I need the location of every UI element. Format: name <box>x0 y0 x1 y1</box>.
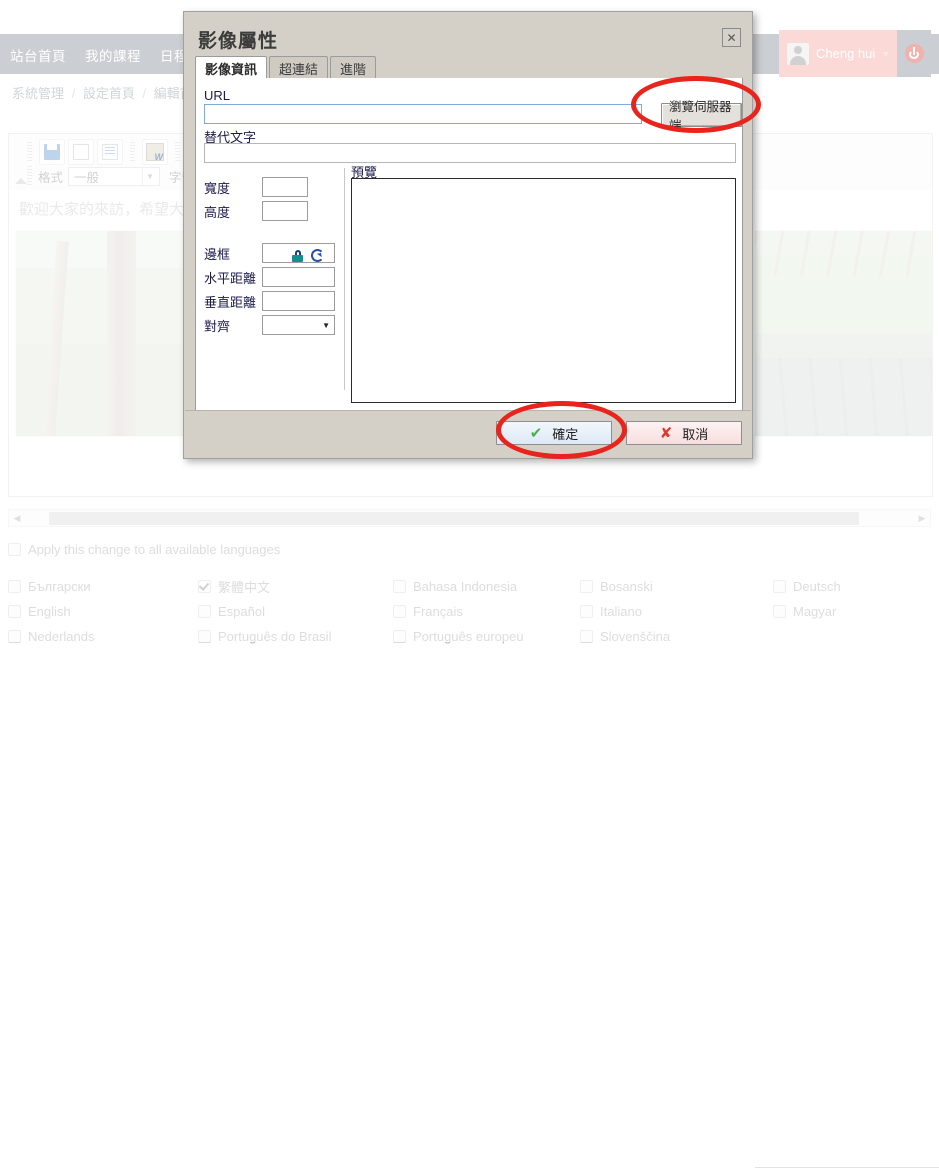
width-row: 寬度 <box>204 175 339 199</box>
url-input[interactable] <box>204 104 642 124</box>
vspace-label: 垂直距離 <box>204 294 257 310</box>
preview-area <box>351 178 736 403</box>
alt-text-input[interactable] <box>204 143 736 163</box>
image-properties-dialog: 影像屬性 ✕ 影像資訊 超連結 進階 URL 瀏覽伺服器端 替代文字 寬度 高度 <box>183 11 753 459</box>
align-row: 對齊 ▼ <box>204 313 339 337</box>
height-row: 高度 <box>204 199 339 223</box>
size-and-spacing-group: 寬度 高度 邊框 水平距離 垂直距離 對齊 ▼ <box>204 175 339 337</box>
width-label: 寬度 <box>204 180 231 196</box>
panel-divider <box>344 168 345 390</box>
ok-button-label: 確定 <box>552 426 579 442</box>
hspace-label: 水平距離 <box>204 270 257 286</box>
height-label: 高度 <box>204 204 231 220</box>
image-info-panel: URL 瀏覽伺服器端 替代文字 寬度 高度 邊框 水平距離 垂直距離 對齊 ▼ … <box>195 78 743 412</box>
hspace-row: 水平距離 <box>204 265 339 289</box>
dialog-footer: ✔ 確定 ✘ 取消 <box>185 410 751 457</box>
cancel-button[interactable]: ✘ 取消 <box>626 421 742 445</box>
align-label: 對齊 <box>204 318 231 334</box>
lock-ratio-icon[interactable] <box>292 249 303 262</box>
url-label: URL <box>204 88 231 103</box>
close-icon[interactable]: ✕ <box>722 28 741 47</box>
chevron-down-icon: ▼ <box>322 320 330 330</box>
check-icon: ✔ <box>529 424 543 442</box>
close-x-icon: ✘ <box>659 424 673 442</box>
vspace-input[interactable] <box>262 291 335 311</box>
align-select[interactable]: ▼ <box>262 315 335 335</box>
width-input[interactable] <box>262 177 308 197</box>
ok-button[interactable]: ✔ 確定 <box>496 421 612 445</box>
border-label: 邊框 <box>204 246 231 262</box>
dialog-title: 影像屬性 <box>198 31 279 52</box>
browse-server-button[interactable]: 瀏覽伺服器端 <box>661 100 742 133</box>
vspace-row: 垂直距離 <box>204 289 339 313</box>
tab-image-info[interactable]: 影像資訊 <box>195 56 268 79</box>
reset-size-icon[interactable] <box>311 249 324 262</box>
height-input[interactable] <box>262 201 308 221</box>
dialog-tabs: 影像資訊 超連結 進階 <box>195 56 377 79</box>
cancel-button-label: 取消 <box>682 426 709 442</box>
tab-link[interactable]: 超連結 <box>269 56 329 79</box>
hspace-input[interactable] <box>262 267 335 287</box>
tab-advanced[interactable]: 進階 <box>330 56 377 79</box>
